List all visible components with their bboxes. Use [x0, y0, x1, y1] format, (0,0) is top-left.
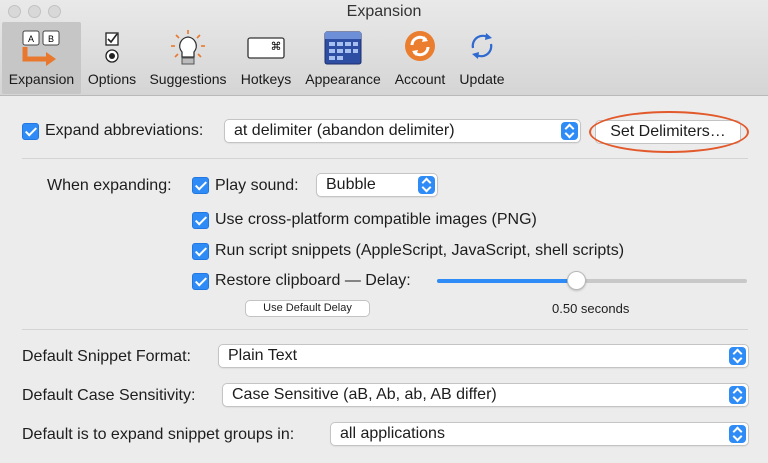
run-scripts-checkbox[interactable]	[192, 243, 209, 260]
run-scripts-label: Run script snippets (AppleScript, JavaSc…	[215, 242, 625, 259]
tab-hotkeys-label: Hotkeys	[240, 71, 292, 87]
select-arrows-icon	[561, 122, 578, 140]
default-case-label: Default Case Sensitivity:	[22, 387, 196, 404]
preferences-window: Expansion A B Expansion Options Suggesti…	[0, 0, 768, 463]
highlight-ring	[589, 111, 749, 153]
key-a-glyph: A	[27, 34, 33, 44]
restore-clipboard-label: Restore clipboard — Delay:	[215, 272, 411, 289]
delay-value: 0.50 seconds	[552, 301, 630, 316]
tab-expansion-label: Expansion	[8, 71, 75, 87]
window-title: Expansion	[346, 3, 422, 20]
options-icon	[105, 32, 119, 63]
expand-mode-value: at delimiter (abandon delimiter)	[234, 122, 455, 139]
select-arrows-icon	[729, 347, 746, 365]
tab-account[interactable]: Account	[389, 22, 451, 94]
appearance-window-icon	[324, 31, 362, 65]
png-images-label: Use cross-platform compatible images (PN…	[215, 211, 537, 228]
snippet-groups-value: all applications	[340, 425, 445, 442]
tab-suggestions-label: Suggestions	[149, 71, 227, 87]
when-expanding-label: When expanding:	[47, 177, 172, 194]
tab-update[interactable]: Update	[453, 22, 511, 94]
tab-account-label: Account	[394, 71, 446, 87]
default-groups-label: Default is to expand snippet groups in:	[22, 426, 295, 443]
refresh-icon	[471, 33, 493, 59]
keyboard-key-icon: ⌘	[247, 37, 285, 59]
png-images-checkbox[interactable]	[192, 212, 209, 229]
command-glyph: ⌘	[271, 40, 282, 53]
divider	[22, 158, 748, 159]
case-sensitivity-select[interactable]: Case Sensitive (aB, Ab, ab, AB differ)	[222, 383, 749, 407]
tab-hotkeys[interactable]: ⌘ Hotkeys	[236, 22, 296, 94]
select-arrows-icon	[729, 425, 746, 443]
snippet-format-value: Plain Text	[228, 347, 298, 364]
expand-mode-select[interactable]: at delimiter (abandon delimiter)	[224, 119, 581, 143]
key-b-glyph: B	[47, 34, 53, 44]
expand-abbreviations-checkbox[interactable]	[22, 123, 39, 140]
play-sound-checkbox[interactable]	[192, 177, 209, 194]
toolbar: Expansion A B Expansion Options Suggesti…	[0, 0, 768, 96]
snippet-format-select[interactable]: Plain Text	[218, 344, 749, 368]
divider	[22, 329, 748, 330]
select-arrows-icon	[729, 386, 746, 404]
restore-clipboard-checkbox[interactable]	[192, 273, 209, 290]
expand-abbreviations-label: Expand abbreviations:	[45, 122, 204, 139]
sound-select[interactable]: Bubble	[316, 173, 438, 197]
tab-appearance[interactable]: Appearance	[301, 22, 385, 94]
play-sound-label: Play sound:	[215, 177, 299, 194]
slider-knob[interactable]	[567, 271, 586, 290]
snippet-groups-select[interactable]: all applications	[330, 422, 749, 446]
tab-options-label: Options	[87, 71, 137, 87]
tab-appearance-label: Appearance	[305, 71, 381, 87]
delay-slider[interactable]	[437, 270, 747, 292]
sound-value: Bubble	[326, 176, 376, 193]
select-arrows-icon	[418, 176, 435, 194]
default-format-label: Default Snippet Format:	[22, 348, 191, 365]
lightbulb-icon	[171, 30, 205, 65]
tab-update-label: Update	[459, 71, 505, 87]
tab-expansion[interactable]: A B Expansion	[2, 22, 81, 94]
tab-options[interactable]: Options	[82, 22, 142, 94]
tab-suggestions[interactable]: Suggestions	[144, 22, 232, 94]
use-default-delay-button[interactable]: Use Default Delay	[245, 300, 370, 317]
expansion-icon: A B	[22, 30, 59, 66]
slider-track-fill	[437, 279, 577, 283]
case-sensitivity-value: Case Sensitive (aB, Ab, ab, AB differ)	[232, 386, 497, 403]
sync-account-icon	[405, 31, 435, 61]
